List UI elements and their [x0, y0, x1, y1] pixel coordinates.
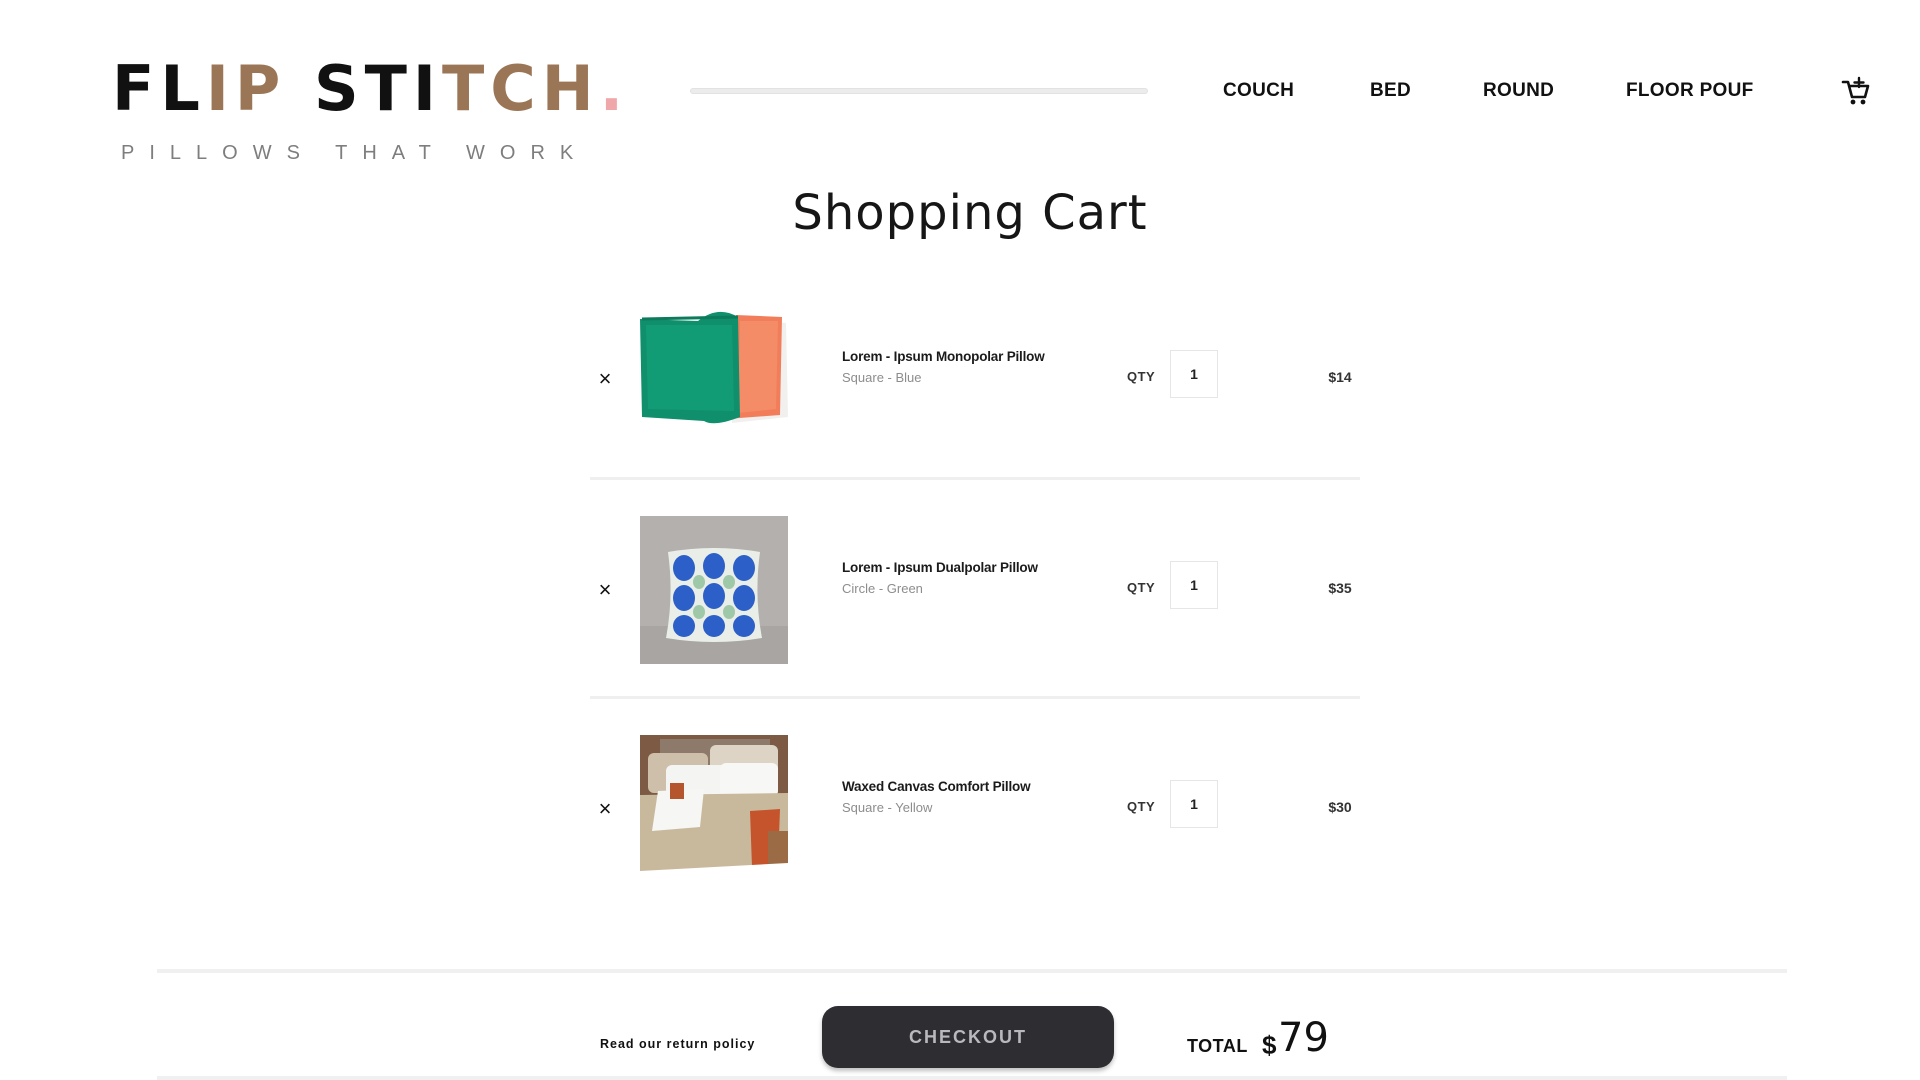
item-variant: Square - Yellow — [842, 800, 933, 815]
row-divider — [590, 696, 1360, 699]
qty-input[interactable] — [1170, 780, 1218, 828]
total-amount: 79 — [1278, 1015, 1329, 1061]
item-price: $35 — [1328, 580, 1352, 596]
search-bar[interactable] — [690, 88, 1148, 94]
item-name[interactable]: Waxed Canvas Comfort Pillow — [842, 779, 1102, 794]
item-info: Waxed Canvas Comfort Pillow Square - Yel… — [842, 779, 1102, 815]
remove-item-button[interactable]: × — [595, 579, 615, 601]
total-label: TOTAL — [1187, 1036, 1248, 1056]
item-price: $30 — [1328, 799, 1352, 815]
row-divider — [590, 477, 1360, 480]
cart-item: × Waxed Canvas Comfort Pillow Square - Y… — [590, 735, 1360, 885]
product-image-blue-pattern-pillow — [640, 516, 788, 664]
product-image-green-orange-pillows — [640, 305, 788, 453]
item-variant: Circle - Green — [842, 581, 923, 596]
qty-label: QTY — [1127, 369, 1156, 384]
nav-link-floor-pouf[interactable]: FLOOR POUF — [1626, 80, 1754, 102]
item-variant: Square - Blue — [842, 370, 922, 385]
cart-item: × Lorem - Ipsum Monopolar Pillow Square … — [590, 305, 1360, 455]
cart-add-icon[interactable] — [1840, 76, 1872, 108]
nav-link-couch[interactable]: COUCH — [1223, 80, 1294, 102]
page-title: Shopping Cart — [792, 185, 1148, 241]
footer-divider-top — [157, 969, 1787, 973]
item-name[interactable]: Lorem - Ipsum Monopolar Pillow — [842, 349, 1102, 364]
qty-label: QTY — [1127, 799, 1156, 814]
item-price: $14 — [1328, 369, 1352, 385]
brand-tagline: PILLOWS THAT WORK — [121, 142, 589, 164]
product-image-bedroom-pillows — [640, 735, 788, 883]
qty-input[interactable] — [1170, 561, 1218, 609]
item-info: Lorem - Ipsum Dualpolar Pillow Circle - … — [842, 560, 1102, 596]
total-currency: $ — [1262, 1030, 1277, 1060]
cart-item: × Lorem - Ipsum Dualpolar Pillow Circle … — [590, 516, 1360, 666]
nav-link-round[interactable]: ROUND — [1483, 80, 1554, 102]
qty-input[interactable] — [1170, 350, 1218, 398]
remove-item-button[interactable]: × — [595, 798, 615, 820]
checkout-button[interactable]: CHECKOUT — [822, 1006, 1114, 1068]
return-policy-link[interactable]: Read our return policy — [600, 1037, 755, 1051]
item-info: Lorem - Ipsum Monopolar Pillow Square - … — [842, 349, 1102, 385]
qty-label: QTY — [1127, 580, 1156, 595]
footer-divider-bottom — [157, 1076, 1787, 1080]
nav-link-bed[interactable]: BED — [1370, 80, 1411, 102]
item-name[interactable]: Lorem - Ipsum Dualpolar Pillow — [842, 560, 1102, 575]
logo-wordmark: FLIP STITCH. — [112, 52, 630, 125]
brand-logo[interactable]: FLIP STITCH. — [112, 58, 629, 120]
remove-item-button[interactable]: × — [595, 368, 615, 390]
